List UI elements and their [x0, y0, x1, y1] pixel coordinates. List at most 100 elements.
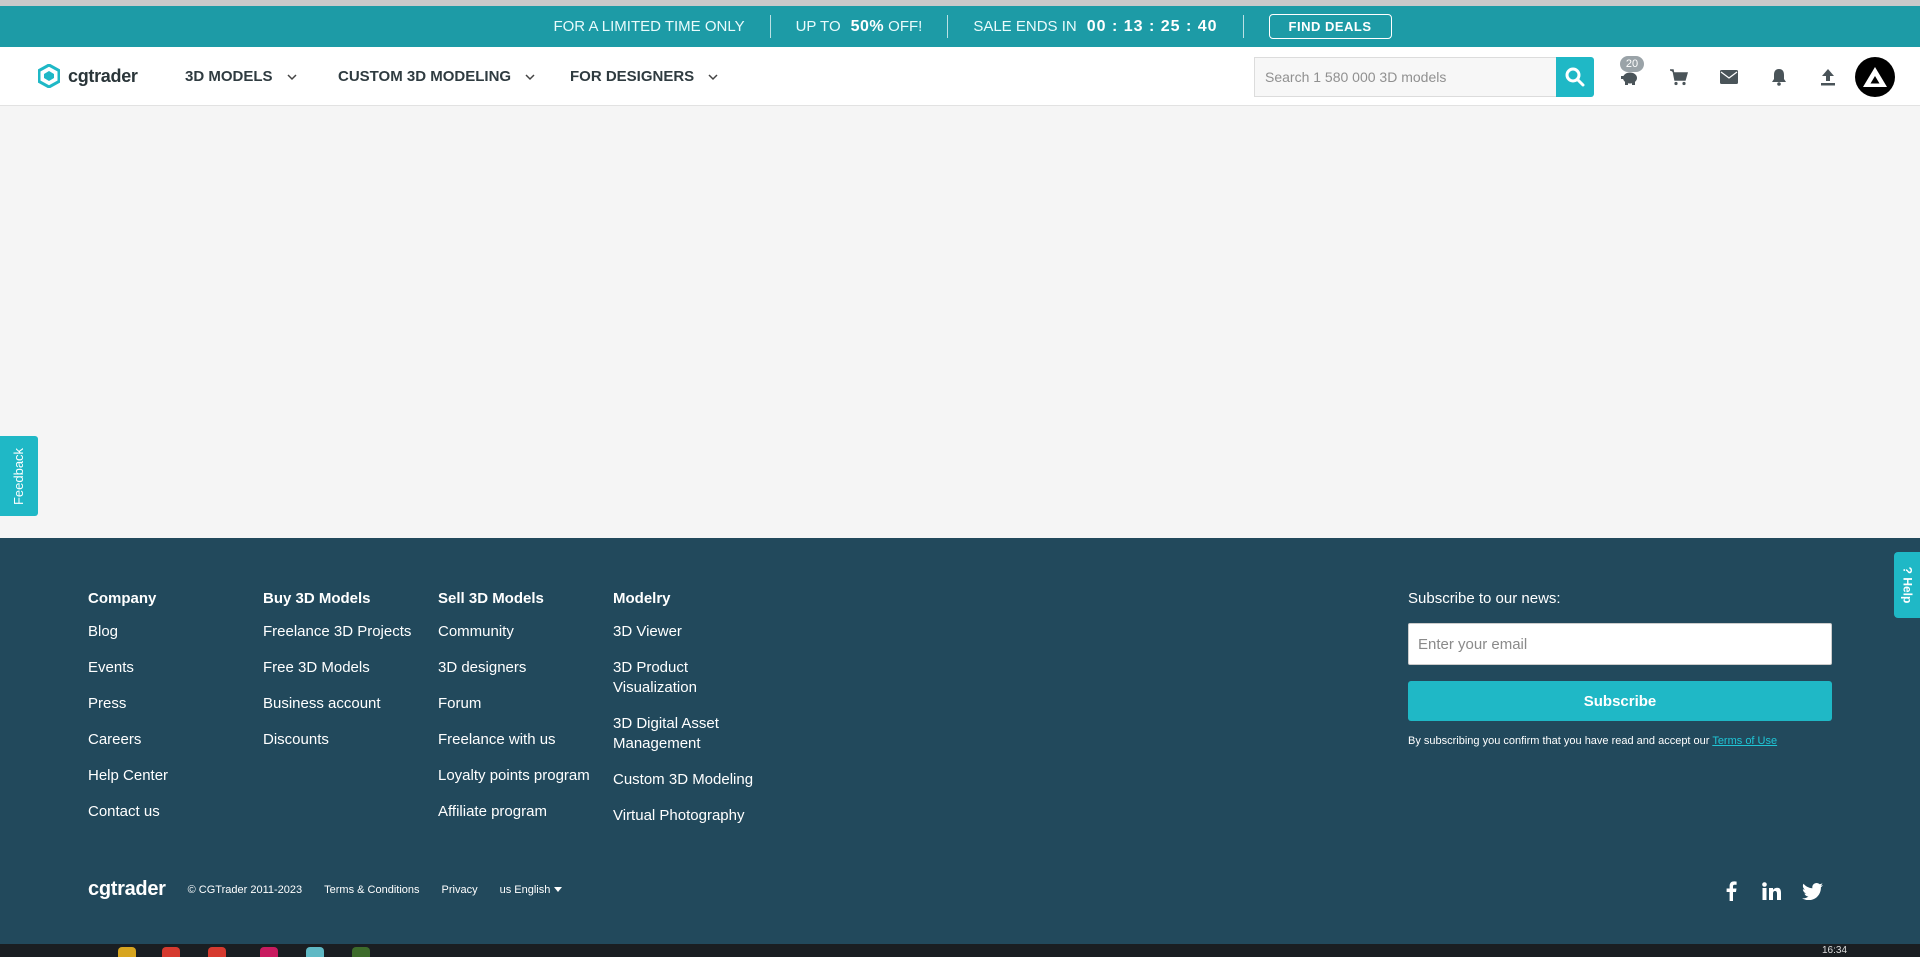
messages-button[interactable]: [1718, 67, 1740, 87]
footer-link-3d-viewer[interactable]: 3D Viewer: [613, 622, 763, 642]
chevron-down-icon: [525, 73, 535, 80]
menu-for-designers[interactable]: FOR DESIGNERS: [570, 68, 718, 85]
promo-off: OFF!: [888, 18, 923, 35]
promo-countdown: SALE ENDS IN 00 : 13 : 25 : 40: [948, 15, 1242, 38]
footer-column-company: Company Blog Events Press Careers Help C…: [88, 590, 168, 838]
search-icon: [1565, 67, 1585, 87]
taskbar-clock: 16:34: [1822, 945, 1848, 956]
logo-text: cgtrader: [68, 65, 138, 86]
question-icon: ?: [1900, 566, 1915, 574]
footer-link-press[interactable]: Press: [88, 694, 168, 714]
footer-link-freelance-with-us[interactable]: Freelance with us: [438, 730, 590, 750]
footer-link-affiliate-program[interactable]: Affiliate program: [438, 802, 590, 822]
feedback-label: Feedback: [11, 447, 27, 505]
feedback-tab[interactable]: Feedback: [0, 436, 38, 516]
promo-timer: 00 : 13 : 25 : 40: [1086, 17, 1218, 35]
footer-link-events[interactable]: Events: [88, 658, 168, 678]
footer-link-careers[interactable]: Careers: [88, 730, 168, 750]
footer-link-custom-modeling[interactable]: Custom 3D Modeling: [613, 770, 763, 790]
footer-link-forum[interactable]: Forum: [438, 694, 590, 714]
footer-link-community[interactable]: Community: [438, 622, 590, 642]
upload-icon: [1821, 69, 1835, 86]
footer-link-help-center[interactable]: Help Center: [88, 766, 168, 786]
promo-limited-text: FOR A LIMITED TIME ONLY: [553, 18, 745, 35]
help-label: Help: [1900, 577, 1915, 604]
menu-custom-3d-modeling[interactable]: CUSTOM 3D MODELING: [338, 68, 535, 85]
subscribe-legal: By subscribing you confirm that you have…: [1408, 735, 1832, 747]
footer-link-virtual-photography[interactable]: Virtual Photography: [613, 806, 763, 826]
footer-link-digital-asset-management[interactable]: 3D Digital Asset Management: [613, 714, 763, 754]
caret-down-icon: [554, 886, 563, 892]
app-icon[interactable]: [306, 947, 324, 957]
main-navbar: cgtrader 3D MODELS CUSTOM 3D MODELING FO…: [0, 47, 1920, 106]
cgtrader-logo-icon: [38, 64, 60, 88]
footer-column-title: Company: [88, 590, 157, 607]
app-icon[interactable]: [260, 947, 278, 957]
footer-column-title: Sell 3D Models: [438, 590, 544, 607]
cart-button[interactable]: [1668, 67, 1690, 87]
cart-icon: [1670, 69, 1688, 86]
find-deals-button[interactable]: FIND DEALS: [1268, 14, 1392, 39]
bell-icon: [1772, 69, 1786, 86]
promo-discount: UP TO 50% OFF!: [771, 15, 948, 38]
menu-3d-models-label: 3D MODELS: [185, 68, 273, 85]
promo-banner: FOR A LIMITED TIME ONLY UP TO 50% OFF! S…: [0, 6, 1920, 47]
footer-link-product-visualization[interactable]: 3D Product Visualization: [613, 658, 763, 698]
footer-link-business-account[interactable]: Business account: [263, 694, 411, 714]
promo-divider: [1242, 15, 1244, 38]
footer-link-contact-us[interactable]: Contact us: [88, 802, 168, 822]
newsletter-subscribe: Subscribe to our news: Subscribe By subs…: [1408, 590, 1832, 747]
footer-link-freelance-projects[interactable]: Freelance 3D Projects: [263, 622, 411, 642]
app-icon[interactable]: [162, 947, 180, 957]
envelope-icon: [1720, 70, 1738, 84]
footer-bottom-bar: cgtrader © CGTrader 2011-2023 Terms & Co…: [88, 878, 584, 901]
footer-link-blog[interactable]: Blog: [88, 622, 168, 642]
linkedin-link[interactable]: [1760, 880, 1782, 902]
promo-limited: FOR A LIMITED TIME ONLY: [528, 15, 769, 38]
site-footer: Company Blog Events Press Careers Help C…: [0, 538, 1920, 944]
points-badge: 20: [1620, 56, 1644, 72]
search-input[interactable]: [1254, 57, 1556, 97]
subscribe-button[interactable]: Subscribe: [1408, 681, 1832, 721]
chevron-down-icon: [286, 73, 297, 80]
promo-up-to: UP TO: [795, 18, 841, 35]
footer-column-buy: Buy 3D Models Freelance 3D Projects Free…: [263, 590, 411, 766]
footer-column-modelry: Modelry 3D Viewer 3D Product Visualizati…: [613, 590, 763, 842]
app-icon[interactable]: [352, 947, 370, 957]
footer-column-sell: Sell 3D Models Community 3D designers Fo…: [438, 590, 590, 838]
promo-sale-ends: SALE ENDS IN: [973, 18, 1077, 35]
footer-link-loyalty-program[interactable]: Loyalty points program: [438, 766, 590, 786]
promo-percent: 50%: [850, 17, 885, 35]
language-selector[interactable]: us English: [500, 884, 563, 896]
user-avatar[interactable]: [1855, 57, 1895, 97]
subscribe-legal-text: By subscribing you confirm that you have…: [1408, 735, 1710, 747]
footer-link-discounts[interactable]: Discounts: [263, 730, 411, 750]
email-field[interactable]: [1408, 623, 1832, 665]
search-bar: [1254, 57, 1594, 97]
avatar-triangle-icon: [1863, 67, 1887, 87]
facebook-link[interactable]: [1720, 880, 1742, 902]
upload-button[interactable]: [1817, 67, 1839, 87]
footer-link-3d-designers[interactable]: 3D designers: [438, 658, 590, 678]
facebook-icon: [1726, 881, 1737, 901]
footer-logo[interactable]: cgtrader: [88, 878, 166, 901]
search-button[interactable]: [1556, 57, 1594, 97]
folder-icon[interactable]: [118, 947, 136, 957]
cgtrader-logo[interactable]: cgtrader: [38, 64, 138, 88]
terms-of-use-link[interactable]: Terms of Use: [1712, 735, 1777, 747]
language-label: us English: [499, 883, 551, 896]
twitter-icon: [1801, 882, 1823, 900]
menu-custom-modeling-label: CUSTOM 3D MODELING: [338, 68, 512, 85]
menu-3d-models[interactable]: 3D MODELS: [185, 68, 297, 85]
notifications-button[interactable]: [1768, 67, 1790, 87]
twitter-link[interactable]: [1801, 880, 1823, 902]
terms-conditions-link[interactable]: Terms & Conditions: [324, 884, 419, 896]
chevron-down-icon: [708, 73, 718, 80]
help-tab[interactable]: ? Help: [1894, 552, 1920, 618]
menu-for-designers-label: FOR DESIGNERS: [570, 68, 695, 85]
footer-column-title: Modelry: [613, 590, 671, 607]
footer-link-free-models[interactable]: Free 3D Models: [263, 658, 411, 678]
browser-icon[interactable]: [208, 947, 226, 957]
os-taskbar: 16:34: [0, 944, 1920, 957]
privacy-link[interactable]: Privacy: [442, 884, 478, 896]
